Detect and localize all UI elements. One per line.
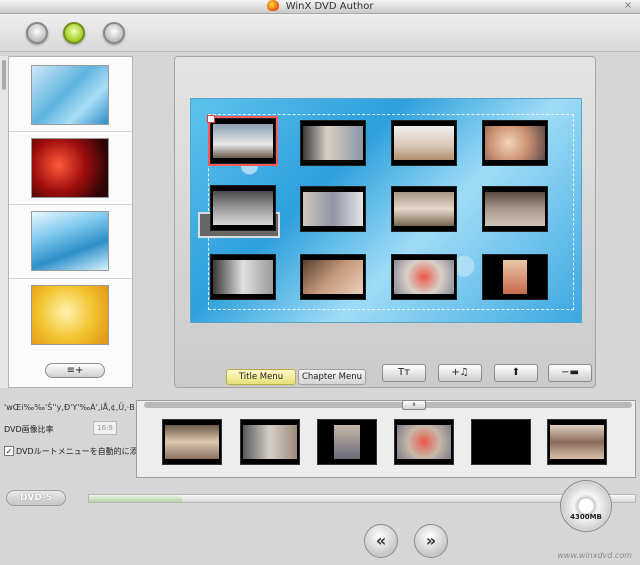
title-thumbnail[interactable] (210, 254, 276, 300)
settings-heading: 'wŒi‰‰'Š''y‚Ð'Y'‰Á'‚iÅ‚¢‚Ü‚·B (4, 403, 135, 412)
step-circle-3[interactable] (103, 22, 125, 44)
capacity-bar (88, 494, 636, 503)
close-icon[interactable]: × (622, 0, 634, 12)
aspect-ratio-select[interactable]: 16:9 (93, 421, 117, 435)
tab-chapter-menu[interactable]: Chapter Menu (298, 369, 366, 385)
top-strip (0, 14, 640, 52)
auto-root-menu-checkbox[interactable]: ✓ (4, 446, 14, 456)
capacity-fill (89, 495, 182, 502)
disc-icon (560, 480, 612, 532)
background-thumb-yellow-roses[interactable] (31, 285, 109, 345)
title-thumbnail[interactable] (300, 254, 366, 300)
title-thumbnail[interactable] (391, 120, 457, 166)
chapter-scrollbar[interactable] (144, 402, 632, 408)
next-step-button[interactable]: » (414, 524, 448, 558)
chapter-thumbnail[interactable] (471, 419, 531, 465)
divider (9, 278, 132, 279)
chapter-thumbnail[interactable] (162, 419, 222, 465)
title-thumbnail[interactable] (482, 120, 548, 166)
title-thumbnail[interactable] (482, 254, 548, 300)
chapter-thumbnail[interactable] (240, 419, 300, 465)
background-panel: ≡+ (8, 56, 133, 388)
title-thumbnail[interactable] (207, 115, 278, 166)
background-thumb-blue-texture[interactable] (31, 65, 109, 125)
title-thumbnail[interactable] (391, 254, 457, 300)
dvd5-badge[interactable]: DVD-5 (6, 490, 66, 506)
divider (9, 131, 132, 132)
scroll-thumb[interactable] (2, 60, 6, 90)
tab-title-menu[interactable]: Title Menu (226, 369, 296, 385)
title-thumbnail[interactable] (391, 186, 457, 232)
step-circle-2[interactable] (63, 22, 85, 44)
divider (9, 204, 132, 205)
capacity-label: 4300MB (570, 513, 602, 521)
chapter-thumbnail[interactable] (394, 419, 454, 465)
background-thumb-blue-waves[interactable] (31, 211, 109, 271)
title-thumbnail[interactable] (482, 186, 548, 232)
window-title: WinX DVD Author (285, 1, 374, 12)
prev-step-button[interactable]: « (364, 524, 398, 558)
left-scrollbar[interactable] (0, 56, 8, 388)
chapter-thumbnail[interactable] (547, 419, 607, 465)
winx-logo-icon (266, 0, 279, 11)
background-thumb-red-flowers[interactable] (31, 138, 109, 198)
watermark-text: www.winxdvd.com (557, 551, 632, 560)
title-thumbnail[interactable] (300, 186, 366, 232)
aspect-ratio-label: DVD画像比率 (4, 425, 54, 434)
chapter-thumbnail[interactable] (317, 419, 377, 465)
title-bar: WinX DVD Author × (0, 0, 640, 14)
chapter-scroll-knob[interactable]: ıı (402, 400, 426, 410)
remove-button[interactable]: −▬ (548, 364, 592, 382)
title-thumbnail[interactable] (300, 120, 366, 166)
add-music-button[interactable]: +♫ (438, 364, 482, 382)
add-background-button[interactable]: ≡+ (45, 363, 105, 378)
title-thumbnail[interactable] (210, 185, 276, 231)
add-text-button[interactable]: Tт (382, 364, 426, 382)
move-up-button[interactable]: ⬆ (494, 364, 538, 382)
step-circle-1[interactable] (26, 22, 48, 44)
